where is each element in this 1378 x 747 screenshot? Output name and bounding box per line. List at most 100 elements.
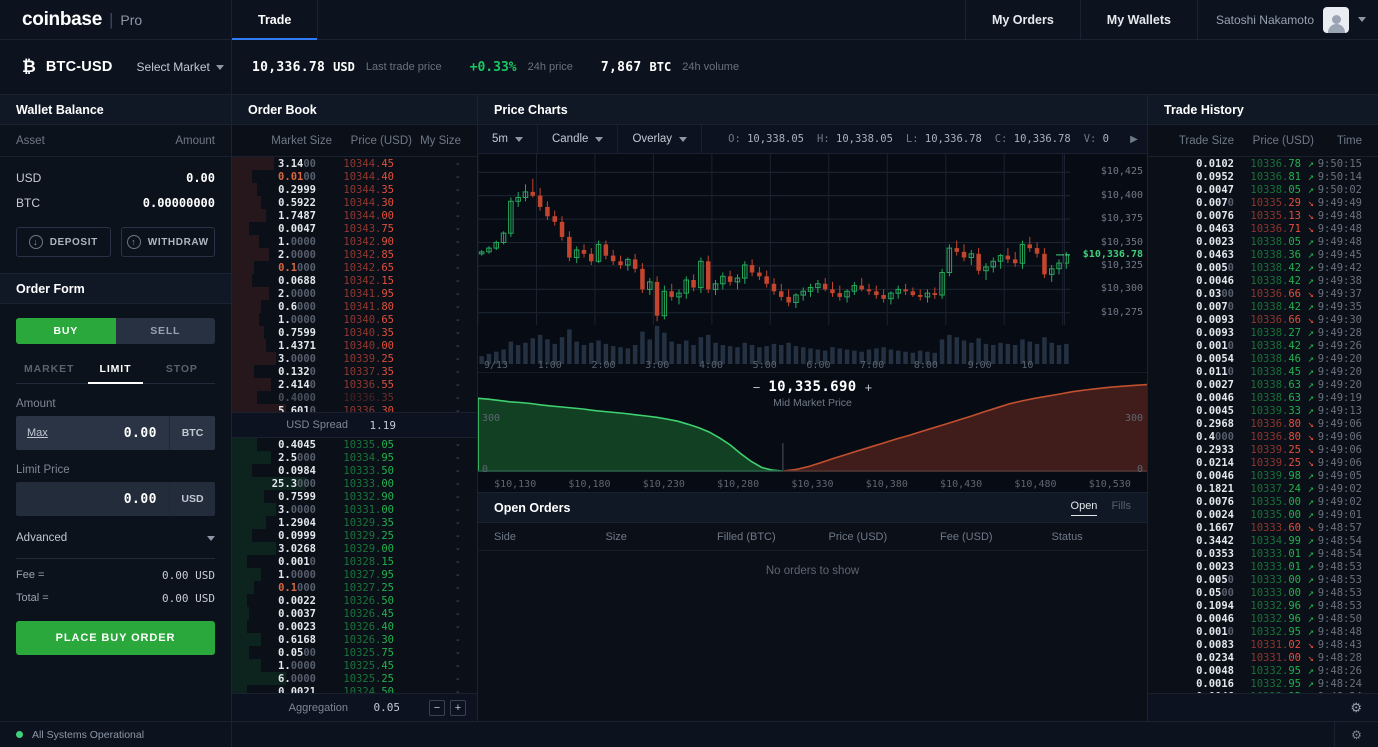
order-book-row[interactable]: 0.0022 10326.50 - xyxy=(232,594,477,607)
order-book-row[interactable]: 1.0000 10342.90 - xyxy=(232,235,477,248)
order-book-row[interactable]: 0.0023 10326.40 - xyxy=(232,620,477,633)
trade-history-row[interactable]: 0.1094 10332.96 ↗ 9:48:53 xyxy=(1148,599,1378,612)
order-book-row[interactable]: 2.0000 10342.85 - xyxy=(232,248,477,261)
order-book-row[interactable]: 0.1000 10327.25 - xyxy=(232,581,477,594)
system-status[interactable]: All Systems Operational xyxy=(0,722,232,747)
candlestick-chart[interactable]: $10,425 $10,400 $10,375 $10,350 $10,325 $10,3… xyxy=(478,154,1147,372)
trade-history-row[interactable]: 0.0050 10338.42 ↗ 9:49:42 xyxy=(1148,261,1378,274)
depth-chart[interactable]: − 10,335.690 + Mid Market Price 300 0 300 0… xyxy=(478,372,1147,492)
order-book-row[interactable]: 1.0000 10327.95 - xyxy=(232,568,477,581)
minus-icon[interactable]: − xyxy=(753,380,761,395)
order-book-row[interactable]: 0.7599 10340.35 - xyxy=(232,326,477,339)
order-book-row[interactable]: 0.0100 10344.40 - xyxy=(232,170,477,183)
order-book-row[interactable]: 2.4140 10336.55 - xyxy=(232,378,477,391)
amount-field[interactable]: Max 0.00 BTC xyxy=(16,416,215,450)
trade-history-row[interactable]: 0.0045 10339.33 ↗ 9:49:13 xyxy=(1148,404,1378,417)
order-book-row[interactable]: 3.0268 10329.00 - xyxy=(232,542,477,555)
trade-history-row[interactable]: 0.0463 10336.71 ↘ 9:49:48 xyxy=(1148,222,1378,235)
trade-history-row[interactable]: 0.0214 10339.25 ↘ 9:49:06 xyxy=(1148,456,1378,469)
place-buy-order-button[interactable]: PLACE BUY ORDER xyxy=(16,621,215,655)
order-book-bids[interactable]: 0.4045 10335.05 - 2.5000 10334.95 - 0.0984 1033… xyxy=(232,438,477,693)
trade-history-row[interactable]: 0.0076 10335.13 ↘ 9:49:48 xyxy=(1148,209,1378,222)
limit-price-field[interactable]: 0.00 USD xyxy=(16,482,215,516)
buy-tab[interactable]: BUY xyxy=(16,318,116,344)
sell-tab[interactable]: SELL xyxy=(115,318,215,344)
chart-type-selector[interactable]: Candle xyxy=(538,125,619,153)
trade-history-row[interactable]: 0.0023 10338.05 ↗ 9:49:48 xyxy=(1148,235,1378,248)
user-menu[interactable]: Satoshi Nakamoto xyxy=(1198,0,1378,39)
order-book-row[interactable]: 2.5000 10334.95 - xyxy=(232,451,477,464)
trade-history-row[interactable]: 0.0010 10332.95 ↗ 9:48:48 xyxy=(1148,625,1378,638)
trade-history-row[interactable]: 0.0102 10336.78 ↗ 9:50:15 xyxy=(1148,157,1378,170)
trade-history-row[interactable]: 0.0050 10333.00 ↗ 9:48:53 xyxy=(1148,573,1378,586)
trade-history-row[interactable]: 0.0083 10331.02 ↘ 9:48:43 xyxy=(1148,638,1378,651)
trade-history-row[interactable]: 0.3442 10334.99 ↗ 9:48:54 xyxy=(1148,534,1378,547)
trade-history-row[interactable]: 0.0024 10335.00 ↗ 9:49:01 xyxy=(1148,508,1378,521)
tab-market[interactable]: MARKET xyxy=(16,356,82,383)
order-book-row[interactable]: 0.1320 10337.35 - xyxy=(232,365,477,378)
plus-icon[interactable]: + xyxy=(450,699,466,716)
trade-history-row[interactable]: 0.0048 10332.95 ↗ 9:48:26 xyxy=(1148,664,1378,677)
interval-selector[interactable]: 5m xyxy=(478,125,538,153)
order-book-row[interactable]: 0.0021 10324.50 - xyxy=(232,685,477,693)
trade-history-row[interactable]: 0.0110 10338.45 ↗ 9:49:20 xyxy=(1148,365,1378,378)
trade-history-row[interactable]: 0.0046 10339.98 ↗ 9:49:05 xyxy=(1148,469,1378,482)
amount-input[interactable]: 0.00 xyxy=(48,426,169,441)
order-book-row[interactable]: 0.0999 10329.25 - xyxy=(232,529,477,542)
gear-icon[interactable]: ⚙ xyxy=(1350,700,1362,716)
order-book-row[interactable]: 1.0000 10325.45 - xyxy=(232,659,477,672)
tab-trade[interactable]: Trade xyxy=(232,0,319,40)
order-book-row[interactable]: 0.7599 10332.90 - xyxy=(232,490,477,503)
trade-history-row[interactable]: 0.0046 10338.42 ↗ 9:49:38 xyxy=(1148,274,1378,287)
withdraw-button[interactable]: ↑ WITHDRAW xyxy=(120,227,215,257)
trade-history-row[interactable]: 0.0234 10331.00 ↘ 9:48:28 xyxy=(1148,651,1378,664)
tab-open[interactable]: Open xyxy=(1070,500,1098,516)
brand-logo[interactable]: coinbase | Pro xyxy=(0,0,232,39)
trade-history-row[interactable]: 0.0047 10338.05 ↗ 9:50:02 xyxy=(1148,183,1378,196)
order-book-asks[interactable]: 3.1400 10344.45 - 0.0100 10344.40 - 0.2999 1034… xyxy=(232,157,477,412)
select-market-button[interactable]: Select Market xyxy=(137,60,224,74)
order-book-row[interactable]: 3.0000 10339.25 - xyxy=(232,352,477,365)
trade-history-row[interactable]: 0.0093 10338.27 ↗ 9:49:28 xyxy=(1148,326,1378,339)
tab-limit[interactable]: LIMIT xyxy=(82,356,148,384)
trade-history-row[interactable]: 0.0500 10333.00 ↗ 9:48:53 xyxy=(1148,586,1378,599)
order-book-row[interactable]: 2.0000 10341.95 - xyxy=(232,287,477,300)
order-book-row[interactable]: 1.0000 10340.65 - xyxy=(232,313,477,326)
trade-history-row[interactable]: 0.0463 10338.36 ↗ 9:49:45 xyxy=(1148,248,1378,261)
order-book-row[interactable]: 0.0500 10325.75 - xyxy=(232,646,477,659)
nav-my-wallets[interactable]: My Wallets xyxy=(1081,0,1198,39)
order-book-row[interactable]: 0.0688 10342.15 - xyxy=(232,274,477,287)
trade-history-row[interactable]: 0.4000 10336.80 ↘ 9:49:06 xyxy=(1148,430,1378,443)
trade-history-row[interactable]: 0.0300 10336.66 ↘ 9:49:37 xyxy=(1148,287,1378,300)
order-book-row[interactable]: 0.0047 10343.75 - xyxy=(232,222,477,235)
order-book-row[interactable]: 0.0984 10333.50 - xyxy=(232,464,477,477)
order-book-row[interactable]: 1.7487 10344.00 - xyxy=(232,209,477,222)
advanced-toggle[interactable]: Advanced xyxy=(16,532,215,544)
trade-history-row[interactable]: 0.0010 10338.42 ↗ 9:49:26 xyxy=(1148,339,1378,352)
trade-history-row[interactable]: 0.0076 10335.00 ↗ 9:49:02 xyxy=(1148,495,1378,508)
trade-history-rows[interactable]: 0.0102 10336.78 ↗ 9:50:15 0.0952 10336.81 ↗ 9:5… xyxy=(1148,157,1378,694)
order-book-row[interactable]: 0.6000 10341.80 - xyxy=(232,300,477,313)
trade-history-row[interactable]: 0.2933 10339.25 ↘ 9:49:06 xyxy=(1148,443,1378,456)
trade-history-row[interactable]: 0.0093 10336.66 ↘ 9:49:30 xyxy=(1148,313,1378,326)
order-book-row[interactable]: 6.0000 10325.25 - xyxy=(232,672,477,685)
trade-history-row[interactable]: 0.0046 10338.63 ↗ 9:49:19 xyxy=(1148,391,1378,404)
order-book-row[interactable]: 0.2999 10344.35 - xyxy=(232,183,477,196)
trade-history-row[interactable]: 0.0016 10332.95 ↗ 9:48:24 xyxy=(1148,677,1378,690)
market-selector[interactable]: ₿ BTC-USD Select Market xyxy=(0,40,232,94)
order-book-row[interactable]: 0.0010 10328.15 - xyxy=(232,555,477,568)
order-book-row[interactable]: 3.1400 10344.45 - xyxy=(232,157,477,170)
order-book-row[interactable]: 0.5922 10344.30 - xyxy=(232,196,477,209)
order-book-row[interactable]: 1.4371 10340.00 - xyxy=(232,339,477,352)
plus-icon[interactable]: + xyxy=(865,380,873,395)
trade-history-row[interactable]: 0.0070 10338.42 ↗ 9:49:35 xyxy=(1148,300,1378,313)
trade-history-row[interactable]: 0.0046 10332.96 ↗ 9:48:50 xyxy=(1148,612,1378,625)
order-book-row[interactable]: 1.2904 10329.35 - xyxy=(232,516,477,529)
trade-history-row[interactable]: 0.1821 10337.24 ↗ 9:49:02 xyxy=(1148,482,1378,495)
trade-history-row[interactable]: 0.0952 10336.81 ↗ 9:50:14 xyxy=(1148,170,1378,183)
order-book-row[interactable]: 0.1000 10342.65 - xyxy=(232,261,477,274)
trade-history-row[interactable]: 0.0023 10333.01 ↗ 9:48:53 xyxy=(1148,560,1378,573)
trade-history-row[interactable]: 0.1667 10333.60 ↘ 9:48:57 xyxy=(1148,521,1378,534)
minus-icon[interactable]: − xyxy=(429,699,445,716)
order-book-row[interactable]: 5.6010 10336.30 - xyxy=(232,404,477,412)
